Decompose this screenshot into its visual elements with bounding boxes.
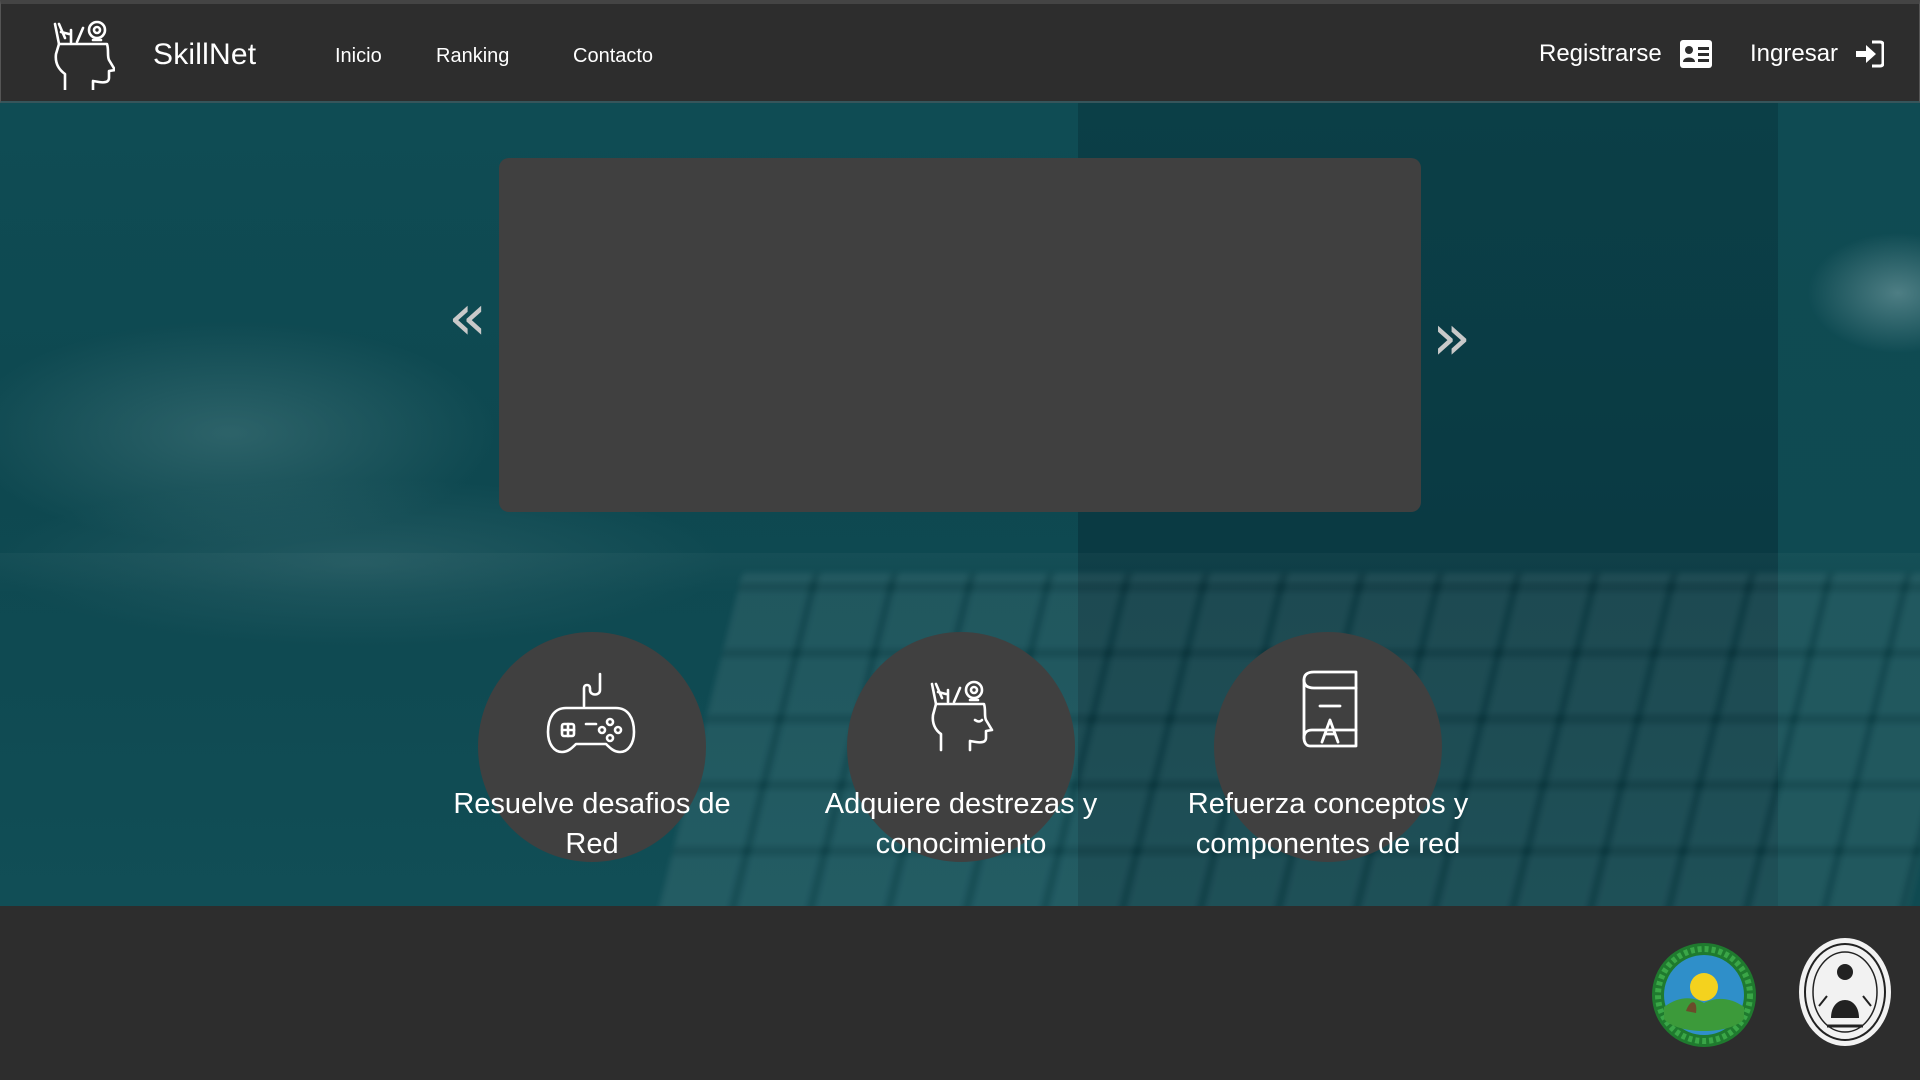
feature-label: Adquiere destrezas y conocimiento: [824, 788, 1098, 860]
sign-in-icon: [1856, 40, 1885, 68]
nav-link-ranking[interactable]: Ranking: [436, 45, 509, 68]
university-seal-logo[interactable]: [1797, 936, 1893, 1048]
book-icon: [1302, 670, 1358, 748]
hero-background-edge: [0, 553, 1920, 593]
login-button[interactable]: Ingresar: [1750, 40, 1885, 68]
footer: [0, 906, 1920, 1080]
navbar: SkillNet Inicio Ranking Contacto Registr…: [0, 0, 1920, 103]
register-label: Registrarse: [1539, 40, 1662, 67]
carousel-next-arrow[interactable]: »: [1432, 306, 1471, 370]
green-seal-logo[interactable]: [1650, 941, 1758, 1049]
hero-section: « » Resuelve desafios de Red Adquiere de…: [0, 103, 1920, 906]
head-ideas-icon: [930, 680, 994, 752]
login-label: Ingresar: [1750, 40, 1839, 67]
brand-name[interactable]: SkillNet: [153, 38, 256, 72]
nav-link-inicio[interactable]: Inicio: [335, 45, 382, 68]
id-card-icon: [1679, 40, 1712, 68]
head-ideas-icon[interactable]: [49, 18, 115, 90]
gamepad-icon: [546, 672, 636, 754]
nav-link-contacto[interactable]: Contacto: [573, 45, 653, 68]
carousel-slide: [499, 158, 1421, 512]
register-button[interactable]: Registrarse: [1539, 40, 1712, 68]
feature-label: Refuerza conceptos y componentes de red: [1187, 788, 1469, 860]
feature-label: Resuelve desafios de Red: [453, 788, 731, 860]
carousel-prev-arrow[interactable]: «: [448, 286, 487, 350]
